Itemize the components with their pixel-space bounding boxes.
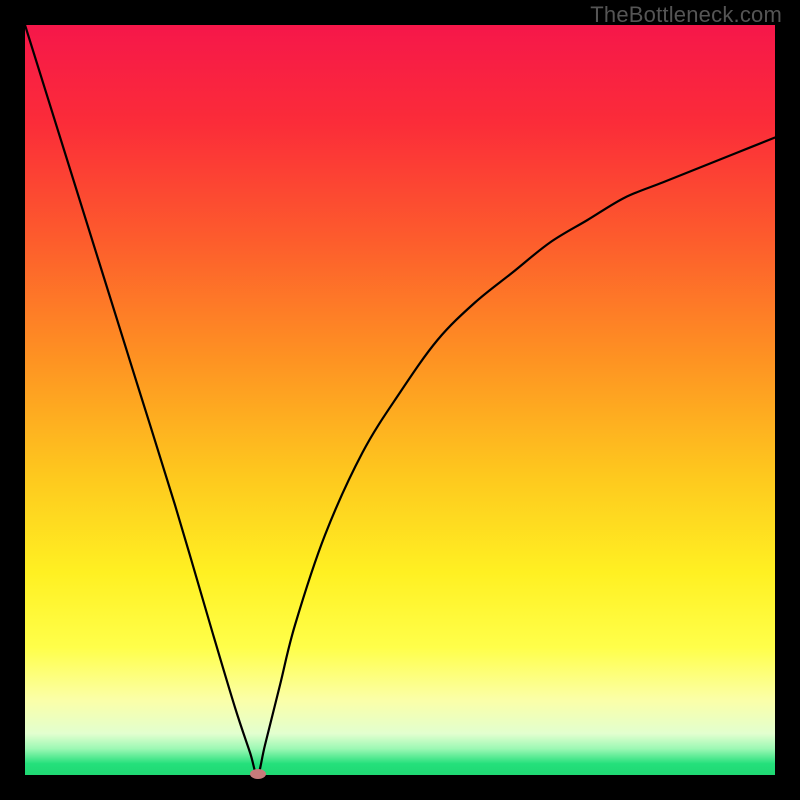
optimum-marker <box>250 769 266 779</box>
bottleneck-curve-svg <box>25 25 775 775</box>
chart-frame: TheBottleneck.com <box>0 0 800 800</box>
bottleneck-curve <box>25 25 775 775</box>
